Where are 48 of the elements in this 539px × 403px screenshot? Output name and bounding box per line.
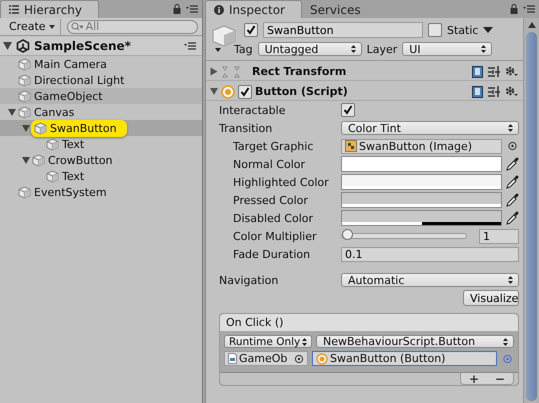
property-label: Highlighted Color xyxy=(233,176,329,188)
value-field[interactable]: 1 xyxy=(479,228,519,244)
object-field[interactable]: SwanButton (Image) xyxy=(341,138,502,154)
hierarchy-item[interactable]: CrowButton xyxy=(31,152,117,168)
static-label: Static xyxy=(447,24,478,36)
tag-dropdown[interactable]: Untagged xyxy=(258,42,362,56)
hierarchy-item[interactable]: Canvas xyxy=(17,104,78,120)
function-dropdown[interactable]: NewBehaviourScript.Button xyxy=(316,335,514,348)
add-button[interactable]: + xyxy=(461,373,487,385)
hierarchy-item[interactable]: Text xyxy=(45,168,88,184)
event-header: On Click () xyxy=(220,314,518,331)
object-field[interactable]: GameOb xyxy=(224,351,308,366)
hierarchy-item[interactable]: EventSystem xyxy=(17,184,111,200)
property-label: Pressed Color xyxy=(233,194,308,206)
scene-row[interactable]: SampleScene* xyxy=(0,37,202,56)
dropdown[interactable]: Automatic xyxy=(341,273,519,287)
hierarchy-item[interactable]: Directional Light xyxy=(17,72,128,88)
runtime-dropdown[interactable]: Runtime Only xyxy=(224,335,312,348)
hierarchy-item[interactable]: Main Camera xyxy=(17,56,111,72)
property-label: Target Graphic xyxy=(233,140,314,152)
inspector-tab[interactable]: Inspector xyxy=(205,0,302,18)
hierarchy-item[interactable]: Text xyxy=(45,136,88,152)
component-header[interactable]: Rect Transform xyxy=(206,63,523,81)
hierarchy-item[interactable]: SwanButton xyxy=(31,120,127,136)
property-label: Navigation xyxy=(219,274,278,286)
property-label: Normal Color xyxy=(233,158,306,170)
layer-label: Layer xyxy=(366,42,398,56)
property-label: Interactable xyxy=(219,104,286,116)
scene-name: SampleScene* xyxy=(34,39,131,53)
name-field[interactable]: SwanButton xyxy=(263,22,423,38)
value-field[interactable]: 0.1 xyxy=(341,246,519,262)
property-label: Disabled Color xyxy=(233,212,314,224)
component-title: Button (Script) xyxy=(255,85,348,98)
remove-button[interactable]: − xyxy=(487,373,513,385)
component-header[interactable]: Button (Script) xyxy=(206,83,523,101)
property-label: Transition xyxy=(219,122,272,134)
argument-field[interactable]: SwanButton (Button) xyxy=(312,351,497,366)
create-button[interactable]: Create xyxy=(6,18,61,34)
dropdown[interactable]: Color Tint xyxy=(341,121,519,135)
search-field[interactable]: All xyxy=(66,20,198,34)
hierarchy-tab[interactable]: Hierarchy xyxy=(0,0,100,18)
property-label: Color Multiplier xyxy=(233,230,316,242)
visualize-button[interactable]: Visualize xyxy=(463,290,519,306)
property-label: Fade Duration xyxy=(233,248,310,260)
layer-dropdown[interactable]: UI xyxy=(402,42,492,56)
inspector-tab[interactable]: Services xyxy=(302,1,377,18)
component-title: Rect Transform xyxy=(252,65,346,78)
tag-label: Tag xyxy=(234,42,253,56)
